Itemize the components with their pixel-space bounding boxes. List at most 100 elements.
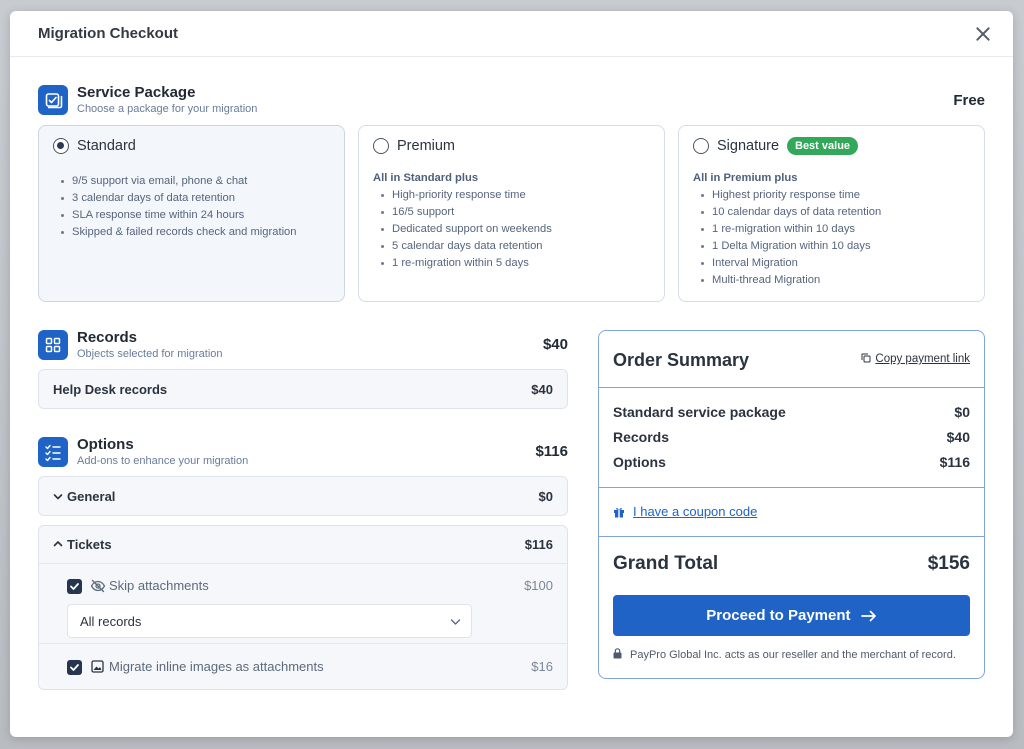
general-price: $0	[538, 489, 553, 504]
service-package-price: Free	[953, 92, 985, 109]
skip-attachments-price: $100	[524, 578, 553, 593]
summary-divider	[599, 536, 984, 537]
summary-line-label: Options	[613, 454, 666, 470]
skip-attachments-checkbox[interactable]	[67, 579, 82, 594]
service-package-subtitle: Choose a package for your migration	[77, 103, 258, 115]
summary-divider	[599, 387, 984, 388]
reseller-note: PayPro Global Inc. acts as our reseller …	[613, 648, 956, 661]
package-name: Standard	[77, 138, 136, 154]
ticket-option-skip-attachments: Skip attachments $100 All records	[39, 564, 567, 644]
checklist-icon	[38, 437, 68, 467]
radio-standard[interactable]	[53, 138, 69, 154]
feature-item: 1 re-migration within 10 days	[693, 221, 974, 238]
best-value-badge: Best value	[787, 137, 859, 155]
copy-payment-link-label: Copy payment link	[875, 353, 970, 365]
feature-item: Interval Migration	[693, 255, 974, 272]
summary-line-value: $116	[939, 454, 970, 470]
close-icon[interactable]	[973, 24, 993, 44]
coupon-label: I have a coupon code	[633, 504, 758, 519]
package-features: 9/5 support via email, phone & chat 3 ca…	[53, 173, 334, 241]
copy-icon	[861, 353, 871, 363]
records-row-price: $40	[531, 382, 553, 397]
options-tickets-panel: Tickets $116 Skip attachments $100 All r…	[38, 525, 568, 690]
proceed-to-payment-button[interactable]: Proceed to Payment	[613, 595, 970, 636]
gift-icon	[614, 508, 624, 518]
copy-payment-link[interactable]: Copy payment link	[861, 353, 970, 365]
modal-title: Migration Checkout	[38, 25, 179, 42]
feature-item: High-priority response time	[373, 187, 654, 204]
chevron-up-icon	[53, 541, 63, 547]
summary-line-package: Standard service package $0	[613, 404, 970, 422]
records-row-label: Help Desk records	[53, 382, 168, 397]
order-summary: Order Summary Copy payment link Standard…	[598, 330, 985, 679]
chevron-down-icon	[450, 619, 461, 625]
records-row-help-desk: Help Desk records $40	[38, 369, 568, 409]
radio-premium[interactable]	[373, 138, 389, 154]
skip-attachments-select[interactable]: All records	[67, 604, 472, 638]
tickets-price: $116	[524, 537, 553, 552]
feature-item: 5 calendar days data retention	[373, 238, 654, 255]
options-title: Options	[77, 436, 134, 453]
inline-images-label: Migrate inline images as attachments	[109, 659, 324, 674]
feature-item: 1 re-migration within 5 days	[373, 255, 654, 272]
feature-item: 9/5 support via email, phone & chat	[53, 173, 334, 190]
image-icon	[91, 660, 104, 673]
feature-item: 3 calendar days of data retention	[53, 190, 334, 207]
feature-item: Highest priority response time	[693, 187, 974, 204]
options-price: $116	[535, 443, 568, 460]
summary-title: Order Summary	[613, 350, 750, 370]
checkout-modal: Migration Checkout Service Package Choos…	[10, 11, 1013, 737]
tickets-header[interactable]: Tickets $116	[39, 526, 567, 564]
feature-item: Skipped & failed records check and migra…	[53, 224, 334, 241]
eye-off-icon	[90, 579, 106, 593]
package-features: All in Premium plus Highest priority res…	[693, 172, 974, 289]
feature-item: SLA response time within 24 hours	[53, 207, 334, 224]
feature-item: 10 calendar days of data retention	[693, 204, 974, 221]
grid-icon	[38, 330, 68, 360]
records-price: $40	[542, 336, 568, 353]
feature-item: Dedicated support on weekends	[373, 221, 654, 238]
package-card-premium[interactable]: Premium All in Standard plus High-priori…	[358, 125, 665, 302]
check-icon	[70, 664, 79, 671]
summary-line-label: Records	[613, 429, 670, 445]
check-icon	[70, 583, 79, 590]
records-subtitle: Objects selected for migration	[77, 348, 223, 360]
grand-total-value: $156	[927, 553, 970, 574]
options-subtitle: Add-ons to enhance your migration	[77, 455, 249, 467]
arrow-right-icon	[860, 610, 876, 622]
grand-total-label: Grand Total	[613, 553, 719, 574]
summary-line-value: $40	[946, 429, 970, 445]
radio-signature[interactable]	[693, 138, 709, 154]
summary-line-label: Standard service package	[613, 404, 786, 420]
package-lead: All in Standard plus	[373, 172, 479, 184]
feature-item: 16/5 support	[373, 204, 654, 221]
summary-line-options: Options $116	[613, 454, 970, 472]
reseller-note-text: PayPro Global Inc. acts as our reseller …	[630, 649, 956, 661]
skip-attachments-label: Skip attachments	[109, 578, 209, 593]
inline-images-checkbox[interactable]	[67, 660, 82, 675]
inline-images-price: $16	[531, 659, 553, 674]
package-icon	[38, 85, 68, 115]
feature-item: Multi-thread Migration	[693, 272, 974, 289]
lock-icon	[613, 648, 622, 659]
package-lead: All in Premium plus	[693, 172, 798, 184]
records-title: Records	[77, 329, 138, 346]
ticket-option-inline-images: Migrate inline images as attachments $16	[39, 644, 567, 689]
service-package-title: Service Package	[77, 84, 196, 101]
summary-line-records: Records $40	[613, 429, 970, 447]
modal-header: Migration Checkout	[10, 11, 1013, 57]
tickets-label: Tickets	[67, 537, 112, 552]
package-features: All in Standard plus High-priority respo…	[373, 172, 654, 272]
chevron-down-icon	[53, 494, 63, 500]
general-label: General	[67, 489, 116, 504]
package-card-standard[interactable]: Standard 9/5 support via email, phone & …	[38, 125, 345, 302]
summary-divider	[599, 487, 984, 488]
package-name: Premium	[397, 138, 456, 154]
summary-line-value: $0	[954, 404, 970, 420]
coupon-link[interactable]: I have a coupon code	[613, 504, 757, 519]
package-card-signature[interactable]: Signature Best value All in Premium plus…	[678, 125, 985, 302]
options-general-row[interactable]: General $0	[38, 476, 568, 516]
select-value: All records	[80, 614, 142, 629]
feature-item: 1 Delta Migration within 10 days	[693, 238, 974, 255]
package-name: Signature	[717, 138, 780, 154]
